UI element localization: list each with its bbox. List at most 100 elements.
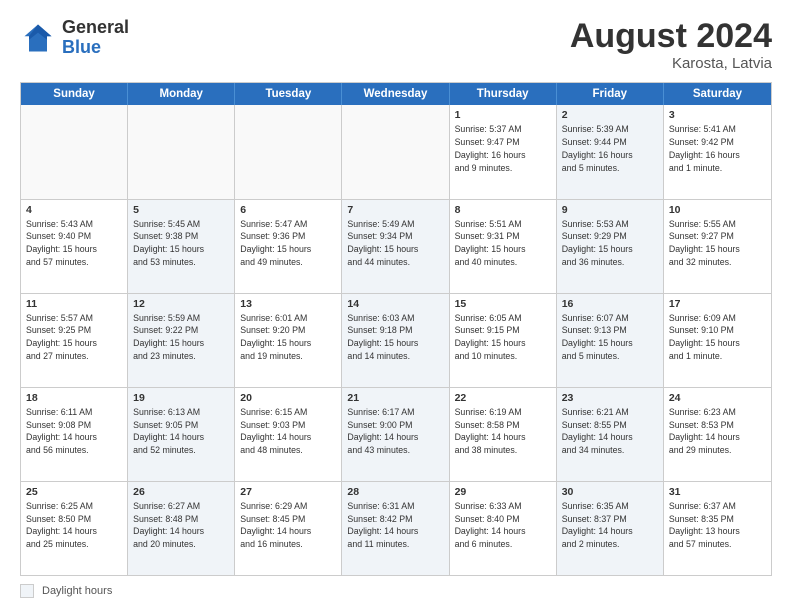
day-info: Sunrise: 6:29 AM Sunset: 8:45 PM Dayligh… bbox=[240, 500, 336, 551]
calendar-cell-16: 16 Sunrise: 6:07 AM Sunset: 9:13 PM Dayli… bbox=[557, 294, 664, 387]
calendar-cell-empty bbox=[128, 105, 235, 198]
day-number: 11 bbox=[26, 298, 122, 310]
day-info: Sunrise: 6:37 AM Sunset: 8:35 PM Dayligh… bbox=[669, 500, 766, 551]
calendar-cell-27: 27Sunrise: 6:29 AM Sunset: 8:45 PM Dayli… bbox=[235, 482, 342, 575]
calendar-cell-3: 3 Sunrise: 5:41 AM Sunset: 9:42 PM Daylig… bbox=[664, 105, 771, 198]
day-info: Sunrise: 5:37 AM Sunset: 9:47 PM Dayligh… bbox=[455, 123, 551, 174]
calendar-cell-1: 1 Sunrise: 5:37 AM Sunset: 9:47 PM Daylig… bbox=[450, 105, 557, 198]
footer: Daylight hours bbox=[20, 584, 772, 598]
day-number: 3 bbox=[669, 109, 766, 121]
day-number: 29 bbox=[455, 486, 551, 498]
day-number: 7 bbox=[347, 204, 443, 216]
calendar: SundayMondayTuesdayWednesdayThursdayFrid… bbox=[20, 82, 772, 576]
day-info: Sunrise: 5:43 AM Sunset: 9:40 PM Dayligh… bbox=[26, 218, 122, 269]
calendar-cell-13: 13Sunrise: 6:01 AM Sunset: 9:20 PM Dayli… bbox=[235, 294, 342, 387]
day-number: 22 bbox=[455, 392, 551, 404]
logo-icon bbox=[20, 20, 56, 56]
day-number: 26 bbox=[133, 486, 229, 498]
day-info: Sunrise: 6:21 AM Sunset: 8:55 PM Dayligh… bbox=[562, 406, 658, 457]
day-of-week-tuesday: Tuesday bbox=[235, 83, 342, 105]
calendar-cell-29: 29 Sunrise: 6:33 AM Sunset: 8:40 PM Dayli… bbox=[450, 482, 557, 575]
day-info: Sunrise: 6:07 AM Sunset: 9:13 PM Dayligh… bbox=[562, 312, 658, 363]
calendar-row-5: 25 Sunrise: 6:25 AM Sunset: 8:50 PM Dayli… bbox=[21, 481, 771, 575]
day-info: Sunrise: 6:05 AM Sunset: 9:15 PM Dayligh… bbox=[455, 312, 551, 363]
day-number: 9 bbox=[562, 204, 658, 216]
day-number: 12 bbox=[133, 298, 229, 310]
calendar-cell-14: 14Sunrise: 6:03 AM Sunset: 9:18 PM Dayli… bbox=[342, 294, 449, 387]
calendar-cell-28: 28Sunrise: 6:31 AM Sunset: 8:42 PM Dayli… bbox=[342, 482, 449, 575]
calendar-cell-30: 30 Sunrise: 6:35 AM Sunset: 8:37 PM Dayli… bbox=[557, 482, 664, 575]
calendar-cell-17: 17Sunrise: 6:09 AM Sunset: 9:10 PM Dayli… bbox=[664, 294, 771, 387]
day-info: Sunrise: 6:27 AM Sunset: 8:48 PM Dayligh… bbox=[133, 500, 229, 551]
calendar-cell-empty bbox=[235, 105, 342, 198]
day-of-week-friday: Friday bbox=[557, 83, 664, 105]
calendar-cell-5: 5Sunrise: 5:45 AM Sunset: 9:38 PM Daylig… bbox=[128, 200, 235, 293]
day-info: Sunrise: 5:47 AM Sunset: 9:36 PM Dayligh… bbox=[240, 218, 336, 269]
day-number: 23 bbox=[562, 392, 658, 404]
logo: General Blue bbox=[20, 18, 129, 58]
day-number: 20 bbox=[240, 392, 336, 404]
day-info: Sunrise: 6:09 AM Sunset: 9:10 PM Dayligh… bbox=[669, 312, 766, 363]
calendar-body: 1 Sunrise: 5:37 AM Sunset: 9:47 PM Daylig… bbox=[21, 105, 771, 575]
calendar-cell-12: 12Sunrise: 5:59 AM Sunset: 9:22 PM Dayli… bbox=[128, 294, 235, 387]
day-number: 2 bbox=[562, 109, 658, 121]
calendar-cell-22: 22Sunrise: 6:19 AM Sunset: 8:58 PM Dayli… bbox=[450, 388, 557, 481]
day-number: 10 bbox=[669, 204, 766, 216]
day-of-week-sunday: Sunday bbox=[21, 83, 128, 105]
calendar-cell-2: 2 Sunrise: 5:39 AM Sunset: 9:44 PM Daylig… bbox=[557, 105, 664, 198]
calendar-cell-empty bbox=[342, 105, 449, 198]
calendar-cell-11: 11Sunrise: 5:57 AM Sunset: 9:25 PM Dayli… bbox=[21, 294, 128, 387]
day-number: 4 bbox=[26, 204, 122, 216]
day-number: 31 bbox=[669, 486, 766, 498]
daylight-box bbox=[20, 584, 34, 598]
calendar-row-4: 18Sunrise: 6:11 AM Sunset: 9:08 PM Dayli… bbox=[21, 387, 771, 481]
day-of-week-monday: Monday bbox=[128, 83, 235, 105]
day-number: 1 bbox=[455, 109, 551, 121]
day-info: Sunrise: 5:41 AM Sunset: 9:42 PM Dayligh… bbox=[669, 123, 766, 174]
calendar-cell-10: 10 Sunrise: 5:55 AM Sunset: 9:27 PM Dayli… bbox=[664, 200, 771, 293]
day-number: 28 bbox=[347, 486, 443, 498]
location: Karosta, Latvia bbox=[570, 55, 772, 72]
calendar-cell-18: 18Sunrise: 6:11 AM Sunset: 9:08 PM Dayli… bbox=[21, 388, 128, 481]
day-number: 14 bbox=[347, 298, 443, 310]
day-info: Sunrise: 5:39 AM Sunset: 9:44 PM Dayligh… bbox=[562, 123, 658, 174]
day-of-week-wednesday: Wednesday bbox=[342, 83, 449, 105]
day-info: Sunrise: 6:23 AM Sunset: 8:53 PM Dayligh… bbox=[669, 406, 766, 457]
day-number: 16 bbox=[562, 298, 658, 310]
day-info: Sunrise: 6:33 AM Sunset: 8:40 PM Dayligh… bbox=[455, 500, 551, 551]
calendar-cell-6: 6 Sunrise: 5:47 AM Sunset: 9:36 PM Daylig… bbox=[235, 200, 342, 293]
calendar-header: SundayMondayTuesdayWednesdayThursdayFrid… bbox=[21, 83, 771, 105]
day-number: 19 bbox=[133, 392, 229, 404]
calendar-cell-19: 19 Sunrise: 6:13 AM Sunset: 9:05 PM Dayli… bbox=[128, 388, 235, 481]
calendar-cell-4: 4 Sunrise: 5:43 AM Sunset: 9:40 PM Daylig… bbox=[21, 200, 128, 293]
day-number: 5 bbox=[133, 204, 229, 216]
day-info: Sunrise: 6:35 AM Sunset: 8:37 PM Dayligh… bbox=[562, 500, 658, 551]
day-info: Sunrise: 6:17 AM Sunset: 9:00 PM Dayligh… bbox=[347, 406, 443, 457]
day-number: 30 bbox=[562, 486, 658, 498]
day-info: Sunrise: 5:55 AM Sunset: 9:27 PM Dayligh… bbox=[669, 218, 766, 269]
title-block: August 2024 Karosta, Latvia bbox=[570, 18, 772, 72]
day-info: Sunrise: 6:25 AM Sunset: 8:50 PM Dayligh… bbox=[26, 500, 122, 551]
month-year: August 2024 bbox=[570, 18, 772, 55]
calendar-cell-26: 26 Sunrise: 6:27 AM Sunset: 8:48 PM Dayli… bbox=[128, 482, 235, 575]
day-info: Sunrise: 6:15 AM Sunset: 9:03 PM Dayligh… bbox=[240, 406, 336, 457]
day-info: Sunrise: 6:01 AM Sunset: 9:20 PM Dayligh… bbox=[240, 312, 336, 363]
calendar-cell-24: 24 Sunrise: 6:23 AM Sunset: 8:53 PM Dayli… bbox=[664, 388, 771, 481]
calendar-row-2: 4 Sunrise: 5:43 AM Sunset: 9:40 PM Daylig… bbox=[21, 199, 771, 293]
logo-text: General Blue bbox=[62, 18, 129, 58]
day-number: 6 bbox=[240, 204, 336, 216]
calendar-cell-15: 15Sunrise: 6:05 AM Sunset: 9:15 PM Dayli… bbox=[450, 294, 557, 387]
day-number: 25 bbox=[26, 486, 122, 498]
calendar-cell-31: 31 Sunrise: 6:37 AM Sunset: 8:35 PM Dayli… bbox=[664, 482, 771, 575]
day-info: Sunrise: 5:51 AM Sunset: 9:31 PM Dayligh… bbox=[455, 218, 551, 269]
day-of-week-saturday: Saturday bbox=[664, 83, 771, 105]
day-number: 24 bbox=[669, 392, 766, 404]
calendar-cell-21: 21 Sunrise: 6:17 AM Sunset: 9:00 PM Dayli… bbox=[342, 388, 449, 481]
day-info: Sunrise: 6:13 AM Sunset: 9:05 PM Dayligh… bbox=[133, 406, 229, 457]
calendar-cell-8: 8Sunrise: 5:51 AM Sunset: 9:31 PM Daylig… bbox=[450, 200, 557, 293]
day-number: 21 bbox=[347, 392, 443, 404]
day-info: Sunrise: 5:53 AM Sunset: 9:29 PM Dayligh… bbox=[562, 218, 658, 269]
calendar-cell-9: 9 Sunrise: 5:53 AM Sunset: 9:29 PM Daylig… bbox=[557, 200, 664, 293]
page: General Blue August 2024 Karosta, Latvia… bbox=[0, 0, 792, 612]
calendar-row-1: 1 Sunrise: 5:37 AM Sunset: 9:47 PM Daylig… bbox=[21, 105, 771, 198]
